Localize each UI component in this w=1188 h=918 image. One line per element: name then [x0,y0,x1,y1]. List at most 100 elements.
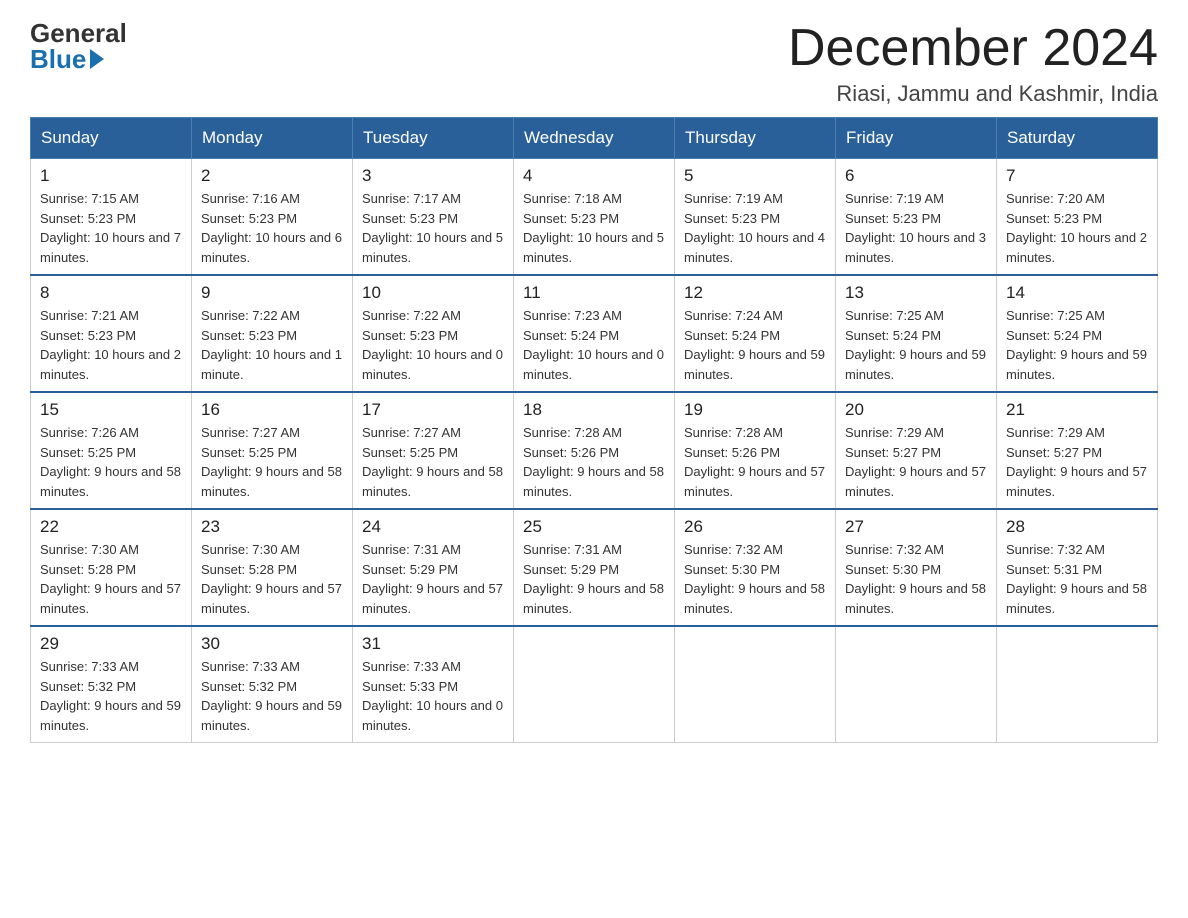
calendar-cell: 3 Sunrise: 7:17 AMSunset: 5:23 PMDaylight… [353,159,514,276]
week-row-3: 15 Sunrise: 7:26 AMSunset: 5:25 PMDayligh… [31,392,1158,509]
calendar-cell: 18 Sunrise: 7:28 AMSunset: 5:26 PMDayligh… [514,392,675,509]
day-info: Sunrise: 7:31 AMSunset: 5:29 PMDaylight:… [362,540,504,618]
calendar-cell: 16 Sunrise: 7:27 AMSunset: 5:25 PMDayligh… [192,392,353,509]
location-title: Riasi, Jammu and Kashmir, India [788,81,1158,107]
calendar-cell: 10 Sunrise: 7:22 AMSunset: 5:23 PMDayligh… [353,275,514,392]
day-number: 26 [684,517,826,537]
day-number: 12 [684,283,826,303]
calendar-table: SundayMondayTuesdayWednesdayThursdayFrid… [30,117,1158,743]
day-info: Sunrise: 7:32 AMSunset: 5:30 PMDaylight:… [845,540,987,618]
day-number: 14 [1006,283,1148,303]
day-number: 16 [201,400,343,420]
day-info: Sunrise: 7:30 AMSunset: 5:28 PMDaylight:… [201,540,343,618]
calendar-cell: 12 Sunrise: 7:24 AMSunset: 5:24 PMDayligh… [675,275,836,392]
day-info: Sunrise: 7:15 AMSunset: 5:23 PMDaylight:… [40,189,182,267]
day-info: Sunrise: 7:25 AMSunset: 5:24 PMDaylight:… [845,306,987,384]
header-sunday: Sunday [31,118,192,159]
calendar-cell: 6 Sunrise: 7:19 AMSunset: 5:23 PMDaylight… [836,159,997,276]
day-info: Sunrise: 7:33 AMSunset: 5:33 PMDaylight:… [362,657,504,735]
day-info: Sunrise: 7:21 AMSunset: 5:23 PMDaylight:… [40,306,182,384]
day-number: 28 [1006,517,1148,537]
logo-general-text: General [30,20,127,46]
day-info: Sunrise: 7:30 AMSunset: 5:28 PMDaylight:… [40,540,182,618]
calendar-cell: 19Sunrise: 7:28 AMSunset: 5:26 PMDayligh… [675,392,836,509]
day-number: 1 [40,166,182,186]
day-number: 23 [201,517,343,537]
header-wednesday: Wednesday [514,118,675,159]
week-row-2: 8Sunrise: 7:21 AMSunset: 5:23 PMDaylight… [31,275,1158,392]
calendar-cell: 4Sunrise: 7:18 AMSunset: 5:23 PMDaylight… [514,159,675,276]
calendar-cell: 28 Sunrise: 7:32 AMSunset: 5:31 PMDayligh… [997,509,1158,626]
calendar-cell: 17 Sunrise: 7:27 AMSunset: 5:25 PMDayligh… [353,392,514,509]
day-info: Sunrise: 7:19 AMSunset: 5:23 PMDaylight:… [845,189,987,267]
day-info: Sunrise: 7:26 AMSunset: 5:25 PMDaylight:… [40,423,182,501]
day-info: Sunrise: 7:33 AMSunset: 5:32 PMDaylight:… [40,657,182,735]
calendar-cell [997,626,1158,743]
day-info: Sunrise: 7:31 AMSunset: 5:29 PMDaylight:… [523,540,665,618]
logo-triangle-icon [90,49,104,69]
calendar-cell: 8Sunrise: 7:21 AMSunset: 5:23 PMDaylight… [31,275,192,392]
day-info: Sunrise: 7:22 AMSunset: 5:23 PMDaylight:… [362,306,504,384]
calendar-cell: 14 Sunrise: 7:25 AMSunset: 5:24 PMDayligh… [997,275,1158,392]
day-number: 9 [201,283,343,303]
day-number: 30 [201,634,343,654]
day-info: Sunrise: 7:27 AMSunset: 5:25 PMDaylight:… [201,423,343,501]
title-block: December 2024 Riasi, Jammu and Kashmir, … [788,20,1158,107]
day-info: Sunrise: 7:28 AMSunset: 5:26 PMDaylight:… [523,423,665,501]
calendar-cell: 26 Sunrise: 7:32 AMSunset: 5:30 PMDayligh… [675,509,836,626]
day-info: Sunrise: 7:19 AMSunset: 5:23 PMDaylight:… [684,189,826,267]
day-info: Sunrise: 7:27 AMSunset: 5:25 PMDaylight:… [362,423,504,501]
day-info: Sunrise: 7:20 AMSunset: 5:23 PMDaylight:… [1006,189,1148,267]
header-thursday: Thursday [675,118,836,159]
day-number: 4 [523,166,665,186]
day-info: Sunrise: 7:29 AMSunset: 5:27 PMDaylight:… [845,423,987,501]
day-number: 15 [40,400,182,420]
day-number: 11 [523,283,665,303]
day-number: 19 [684,400,826,420]
calendar-cell: 20Sunrise: 7:29 AMSunset: 5:27 PMDayligh… [836,392,997,509]
header-tuesday: Tuesday [353,118,514,159]
logo-blue-text: Blue [30,46,104,72]
day-number: 2 [201,166,343,186]
week-row-5: 29 Sunrise: 7:33 AMSunset: 5:32 PMDayligh… [31,626,1158,743]
day-info: Sunrise: 7:17 AMSunset: 5:23 PMDaylight:… [362,189,504,267]
week-row-4: 22Sunrise: 7:30 AMSunset: 5:28 PMDayligh… [31,509,1158,626]
calendar-cell: 1 Sunrise: 7:15 AMSunset: 5:23 PMDaylight… [31,159,192,276]
day-number: 3 [362,166,504,186]
calendar-cell: 13Sunrise: 7:25 AMSunset: 5:24 PMDayligh… [836,275,997,392]
day-number: 18 [523,400,665,420]
logo: General Blue [30,20,127,72]
day-number: 7 [1006,166,1148,186]
day-number: 25 [523,517,665,537]
day-number: 6 [845,166,987,186]
day-number: 17 [362,400,504,420]
day-info: Sunrise: 7:16 AMSunset: 5:23 PMDaylight:… [201,189,343,267]
header-friday: Friday [836,118,997,159]
calendar-cell: 27 Sunrise: 7:32 AMSunset: 5:30 PMDayligh… [836,509,997,626]
day-number: 27 [845,517,987,537]
calendar-cell: 22Sunrise: 7:30 AMSunset: 5:28 PMDayligh… [31,509,192,626]
calendar-cell: 21Sunrise: 7:29 AMSunset: 5:27 PMDayligh… [997,392,1158,509]
day-number: 10 [362,283,504,303]
calendar-cell: 31 Sunrise: 7:33 AMSunset: 5:33 PMDayligh… [353,626,514,743]
calendar-cell: 15 Sunrise: 7:26 AMSunset: 5:25 PMDayligh… [31,392,192,509]
week-row-1: 1 Sunrise: 7:15 AMSunset: 5:23 PMDaylight… [31,159,1158,276]
day-number: 29 [40,634,182,654]
day-info: Sunrise: 7:22 AMSunset: 5:23 PMDaylight:… [201,306,343,384]
day-info: Sunrise: 7:23 AMSunset: 5:24 PMDaylight:… [523,306,665,384]
day-info: Sunrise: 7:24 AMSunset: 5:24 PMDaylight:… [684,306,826,384]
day-info: Sunrise: 7:32 AMSunset: 5:30 PMDaylight:… [684,540,826,618]
day-number: 24 [362,517,504,537]
day-number: 31 [362,634,504,654]
day-number: 5 [684,166,826,186]
day-info: Sunrise: 7:33 AMSunset: 5:32 PMDaylight:… [201,657,343,735]
day-info: Sunrise: 7:32 AMSunset: 5:31 PMDaylight:… [1006,540,1148,618]
calendar-cell: 11 Sunrise: 7:23 AMSunset: 5:24 PMDayligh… [514,275,675,392]
day-info: Sunrise: 7:25 AMSunset: 5:24 PMDaylight:… [1006,306,1148,384]
calendar-cell: 2 Sunrise: 7:16 AMSunset: 5:23 PMDaylight… [192,159,353,276]
calendar-cell: 29 Sunrise: 7:33 AMSunset: 5:32 PMDayligh… [31,626,192,743]
calendar-cell: 5 Sunrise: 7:19 AMSunset: 5:23 PMDaylight… [675,159,836,276]
calendar-cell [514,626,675,743]
header-row: SundayMondayTuesdayWednesdayThursdayFrid… [31,118,1158,159]
calendar-cell: 24 Sunrise: 7:31 AMSunset: 5:29 PMDayligh… [353,509,514,626]
